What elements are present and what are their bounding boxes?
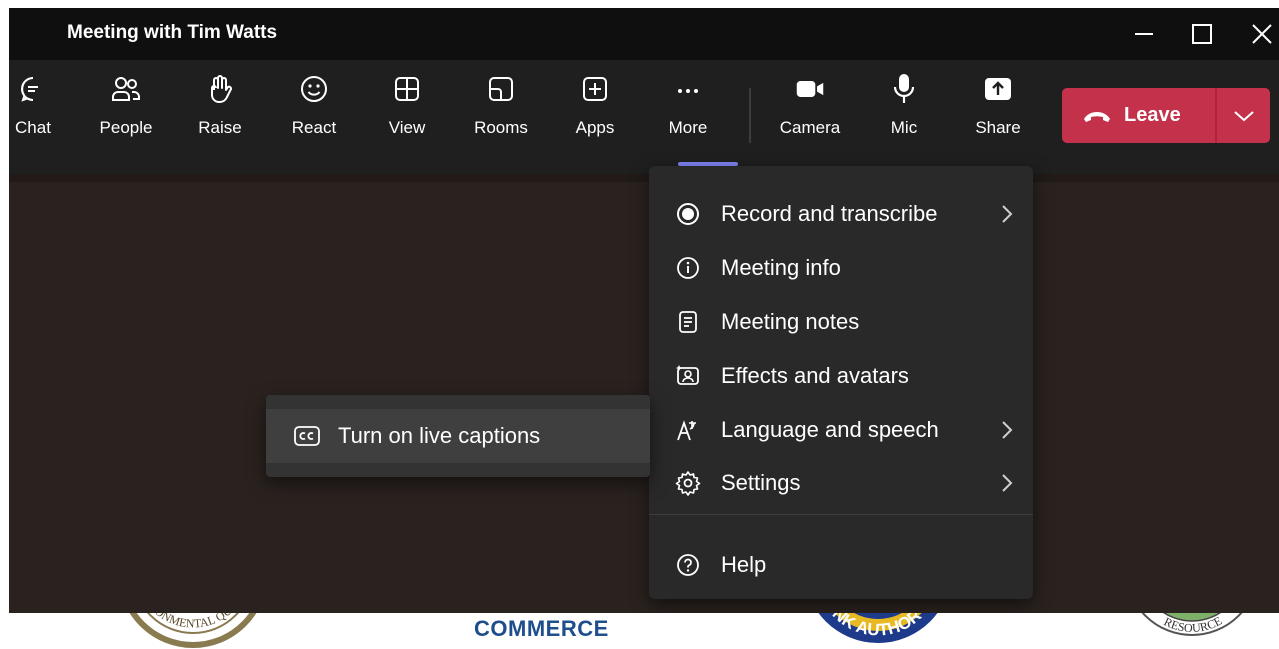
menu-divider [649,514,1033,515]
mic-icon [889,74,919,104]
hang-up-icon [1084,111,1110,122]
maximize-icon [1192,24,1212,44]
background-page-strip: RONMENTAL QU COMMERCE NK AUTHOR RESOURCE [0,613,1279,649]
menu-item-label: Meeting notes [721,309,860,334]
toolbar-apps-label: Apps [575,118,615,137]
more-options-menu: Record and transcribe Meeting info Meeti… [649,166,1033,599]
toolbar-react-button[interactable]: React [277,74,351,138]
toolbar-more-label: More [668,118,708,137]
rooms-icon [486,74,516,104]
menu-item-label: Meeting info [721,255,841,280]
apps-add-icon [580,74,610,104]
captions-cc-icon [292,423,322,449]
toolbar-rooms-button[interactable]: Rooms [464,74,538,138]
gear-icon [675,470,701,496]
toolbar-raise-label: Raise [198,118,242,137]
toolbar-rooms-label: Rooms [474,118,528,137]
toolbar-camera-label: Camera [779,118,841,137]
meeting-title: Meeting with Tim Watts [67,22,278,43]
toolbar-people-button[interactable]: People [89,74,163,138]
camera-icon [795,74,825,104]
menu-item-label: Settings [721,470,801,495]
toolbar-divider [749,88,751,143]
commerce-logo-text: COMMERCE [474,616,609,641]
toolbar-mic-button[interactable]: Mic [867,74,941,138]
environmental-seal-logo: RONMENTAL QU [129,613,257,648]
chevron-down-icon [1234,110,1254,121]
authority-seal-logo: NK AUTHOR [818,613,938,643]
chevron-right-icon [999,473,1015,493]
leave-button[interactable]: Leave [1062,88,1214,143]
minimize-button[interactable] [1127,18,1161,50]
leave-divider [1215,88,1217,143]
stage-top-shadow [9,174,1279,182]
toolbar-chat-button[interactable]: Chat [9,74,70,138]
toolbar-people-label: People [99,118,153,137]
chevron-right-icon [999,420,1015,440]
title-bar: Meeting with Tim Watts [9,8,1279,60]
menu-item-label: Effects and avatars [721,363,909,388]
menu-item-settings[interactable]: Settings [649,457,1033,509]
minimize-icon [1135,33,1153,35]
language-icon [675,417,701,443]
view-grid-icon [392,74,422,104]
maximize-button[interactable] [1185,18,1219,50]
menu-item-effects[interactable]: Effects and avatars [649,350,1033,402]
menu-item-language[interactable]: Language and speech [649,404,1033,456]
chat-icon [18,74,48,104]
people-icon [111,74,141,104]
menu-item-label: Help [721,552,767,577]
toolbar-view-button[interactable]: View [370,74,444,138]
toolbar-share-label: Share [975,118,1021,137]
toolbar-apps-button[interactable]: Apps [558,74,632,138]
chevron-right-icon [999,204,1015,224]
leave-label: Leave [1124,104,1181,126]
menu-item-meeting-notes[interactable]: Meeting notes [649,296,1033,348]
menu-item-meeting-info[interactable]: Meeting info [649,242,1033,294]
toolbar-more-button[interactable]: More [651,74,725,138]
toolbar-chat-label: Chat [15,118,51,137]
captions-item-label: Turn on live captions [338,423,541,448]
smiley-icon [299,74,329,104]
record-icon [675,201,701,227]
effects-icon [675,363,701,389]
more-dots-icon [673,74,703,104]
turn-on-live-captions-item[interactable]: Turn on live captions [266,409,650,463]
teams-meeting-window: Meeting with Tim Watts Chat People Raise… [9,8,1279,613]
toolbar-camera-button[interactable]: Camera [773,74,847,138]
leave-options-button[interactable] [1218,88,1270,143]
help-icon [675,552,701,578]
raise-hand-icon [205,74,235,104]
info-icon [675,255,701,281]
leave-split-button: Leave [1062,88,1270,143]
close-icon [1252,24,1272,44]
close-window-button[interactable] [1245,18,1279,50]
menu-item-label: Record and transcribe [721,201,938,226]
notes-icon [675,309,701,335]
toolbar-mic-label: Mic [890,118,918,137]
toolbar-react-label: React [291,118,337,137]
menu-item-record[interactable]: Record and transcribe [649,188,1033,240]
resource-seal-logo: RESOURCE [1141,613,1243,636]
toolbar-view-label: View [388,118,426,137]
toolbar-share-button[interactable]: Share [961,74,1035,138]
language-speech-submenu: Turn on live captions [266,395,650,477]
menu-item-help[interactable]: Help [649,539,1033,591]
share-icon [983,74,1013,104]
menu-item-label: Language and speech [721,417,939,442]
toolbar-raise-button[interactable]: Raise [183,74,257,138]
